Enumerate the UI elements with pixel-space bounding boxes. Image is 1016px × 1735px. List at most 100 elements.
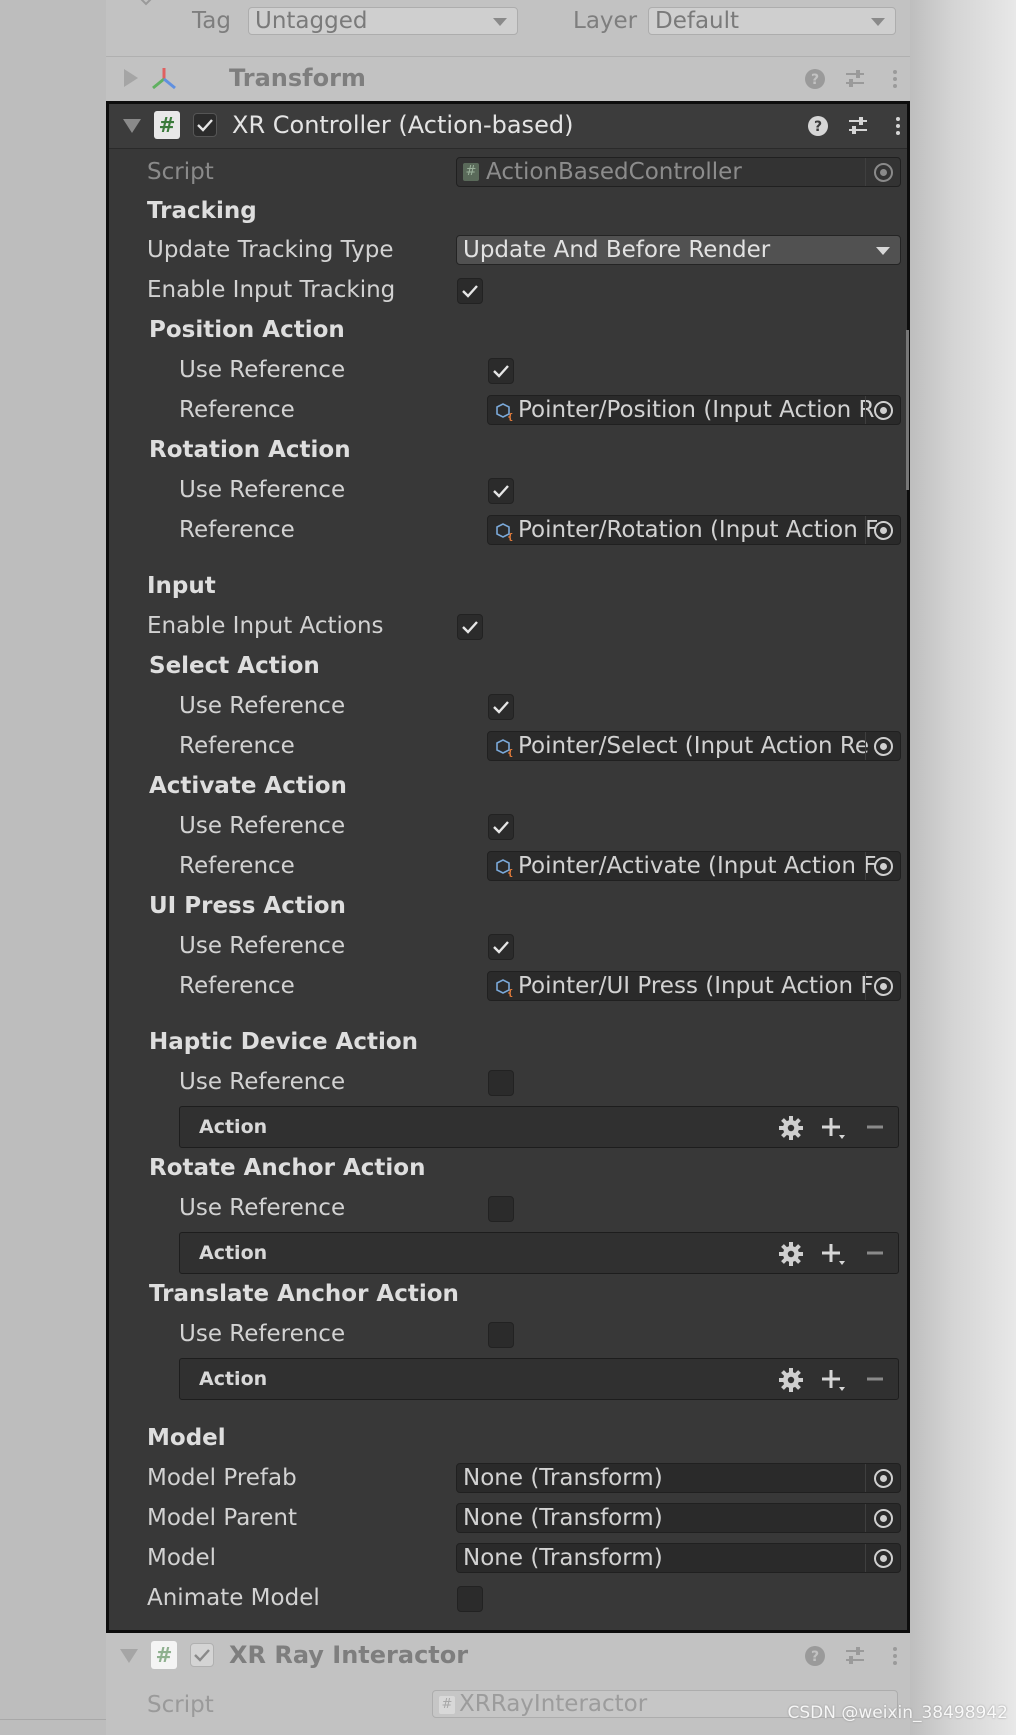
model-parent-field[interactable]: None (Transform)	[456, 1503, 901, 1533]
enable-input-actions-checkbox[interactable]	[457, 614, 483, 640]
remove-binding-icon[interactable]	[862, 1115, 888, 1141]
select-use-reference-checkbox[interactable]	[488, 694, 514, 720]
haptic-action-binding[interactable]: Action	[179, 1106, 899, 1148]
tracking-header: Tracking	[147, 198, 257, 224]
haptic-use-reference-checkbox[interactable]	[488, 1070, 514, 1096]
object-picker[interactable]	[865, 972, 900, 1000]
object-picker[interactable]	[865, 396, 900, 424]
checkmark-icon	[493, 485, 509, 498]
rotate-anchor-use-reference-checkbox[interactable]	[488, 1196, 514, 1222]
model-prefab-row: Model Prefab None (Transform)	[109, 1460, 907, 1496]
script-field[interactable]: # ActionBasedController	[456, 157, 901, 187]
ui-press-reference-field[interactable]: {} Pointer/UI Press (Input Action F	[487, 971, 901, 1001]
object-picker[interactable]	[865, 1504, 900, 1532]
gear-icon[interactable]	[778, 1115, 804, 1141]
watermark: CSDN @weixin_38498942	[787, 1703, 1008, 1723]
position-use-reference-checkbox[interactable]	[488, 358, 514, 384]
model-field[interactable]: None (Transform)	[456, 1543, 901, 1573]
translate-anchor-action-header-row: Translate Anchor Action	[109, 1276, 907, 1312]
enable-input-tracking-checkbox[interactable]	[457, 278, 483, 304]
more-icon[interactable]	[887, 115, 909, 137]
select-reference-field[interactable]: {} Pointer/Select (Input Action Re	[487, 731, 901, 761]
update-tracking-type-dropdown[interactable]: Update And Before Render	[456, 235, 901, 265]
scrollbar[interactable]	[906, 330, 909, 490]
activate-use-reference-label: Use Reference	[179, 813, 346, 839]
select-reference-row: Reference {} Pointer/Select (Input Actio…	[109, 728, 907, 764]
more-icon[interactable]	[884, 68, 906, 90]
help-icon[interactable]: ?	[804, 68, 826, 90]
ray-interactor-enable-checkbox[interactable]	[190, 1643, 214, 1667]
ui-press-use-reference-checkbox[interactable]	[488, 934, 514, 960]
translate-anchor-use-reference-checkbox[interactable]	[488, 1322, 514, 1348]
rotation-use-reference-checkbox[interactable]	[488, 478, 514, 504]
presets-icon[interactable]	[847, 115, 869, 137]
rotation-reference-row: Reference {} Pointer/Rotation (Input Act…	[109, 512, 907, 548]
input-action-reference-icon: {}	[496, 739, 514, 757]
select-use-reference-label: Use Reference	[179, 693, 346, 719]
object-picker[interactable]	[865, 1544, 900, 1572]
add-binding-icon[interactable]	[820, 1115, 846, 1141]
add-binding-icon[interactable]	[820, 1367, 846, 1393]
tracking-header-row: Tracking	[109, 193, 907, 229]
collapse-arrow-icon[interactable]	[123, 119, 141, 133]
object-picker[interactable]	[865, 852, 900, 880]
enable-input-tracking-label: Enable Input Tracking	[147, 277, 396, 303]
rotation-use-reference-label: Use Reference	[179, 477, 346, 503]
tag-label: Tag	[192, 8, 231, 34]
ui-press-reference-value: Pointer/UI Press (Input Action F	[518, 973, 874, 999]
object-picker[interactable]	[865, 1464, 900, 1492]
animate-model-checkbox[interactable]	[457, 1586, 483, 1612]
rotation-use-reference-row: Use Reference	[109, 472, 907, 508]
activate-use-reference-checkbox[interactable]	[488, 814, 514, 840]
ui-press-action-header-row: UI Press Action	[109, 888, 907, 924]
object-picker[interactable]	[865, 158, 900, 186]
rotate-anchor-action-binding[interactable]: Action	[179, 1232, 899, 1274]
model-prefab-field[interactable]: None (Transform)	[456, 1463, 901, 1493]
activate-reference-field[interactable]: {} Pointer/Activate (Input Action F	[487, 851, 901, 881]
position-reference-field[interactable]: {} Pointer/Position (Input Action R	[487, 395, 901, 425]
help-icon[interactable]: ?	[804, 1645, 826, 1667]
remove-binding-icon[interactable]	[862, 1241, 888, 1267]
target-icon	[874, 163, 893, 182]
collapse-arrow-icon[interactable]	[120, 1649, 138, 1663]
target-icon	[874, 857, 893, 876]
component-header[interactable]: # XR Controller (Action-based) ?	[109, 104, 907, 149]
model-value: None (Transform)	[463, 1545, 663, 1571]
checkmark-icon	[462, 285, 478, 298]
input-action-reference-icon: {}	[496, 979, 514, 997]
component-enable-checkbox[interactable]	[193, 113, 217, 137]
remove-binding-icon[interactable]	[862, 1367, 888, 1393]
translate-anchor-action-header: Translate Anchor Action	[149, 1281, 459, 1307]
more-icon[interactable]	[884, 1645, 906, 1667]
gear-icon[interactable]	[778, 1367, 804, 1393]
haptic-action-label: Action	[199, 1116, 268, 1138]
haptic-use-reference-row: Use Reference	[109, 1064, 907, 1100]
layer-dropdown[interactable]: Default	[648, 7, 896, 35]
transform-title: Transform	[229, 64, 366, 92]
rotation-reference-field[interactable]: {} Pointer/Rotation (Input Action F	[487, 515, 901, 545]
update-tracking-type-row: Update Tracking Type Update And Before R…	[109, 232, 907, 268]
input-header-row: Input	[109, 568, 907, 604]
object-picker[interactable]	[865, 732, 900, 760]
expand-arrow-icon[interactable]	[124, 69, 138, 87]
ray-interactor-title: XR Ray Interactor	[229, 1641, 469, 1669]
translate-anchor-action-binding[interactable]: Action	[179, 1358, 899, 1400]
add-binding-icon[interactable]	[820, 1241, 846, 1267]
rotation-reference-label: Reference	[179, 517, 295, 543]
select-use-reference-row: Use Reference	[109, 688, 907, 724]
target-icon	[874, 1469, 893, 1488]
checkmark-icon	[493, 365, 509, 378]
position-action-header-row: Position Action	[109, 312, 907, 348]
object-picker[interactable]	[865, 516, 900, 544]
presets-icon[interactable]	[844, 68, 866, 90]
gear-icon[interactable]	[778, 1241, 804, 1267]
presets-icon[interactable]	[844, 1645, 866, 1667]
transform-header[interactable]: Transform ?	[106, 56, 910, 101]
input-action-reference-icon: {}	[496, 403, 514, 421]
help-icon[interactable]: ?	[807, 115, 829, 137]
tag-dropdown[interactable]: Untagged	[248, 7, 518, 35]
ray-interactor-header[interactable]: # XR Ray Interactor ?	[106, 1634, 910, 1678]
script-icon: #	[151, 1641, 177, 1669]
layer-value: Default	[655, 8, 740, 34]
position-use-reference-row: Use Reference	[109, 352, 907, 388]
